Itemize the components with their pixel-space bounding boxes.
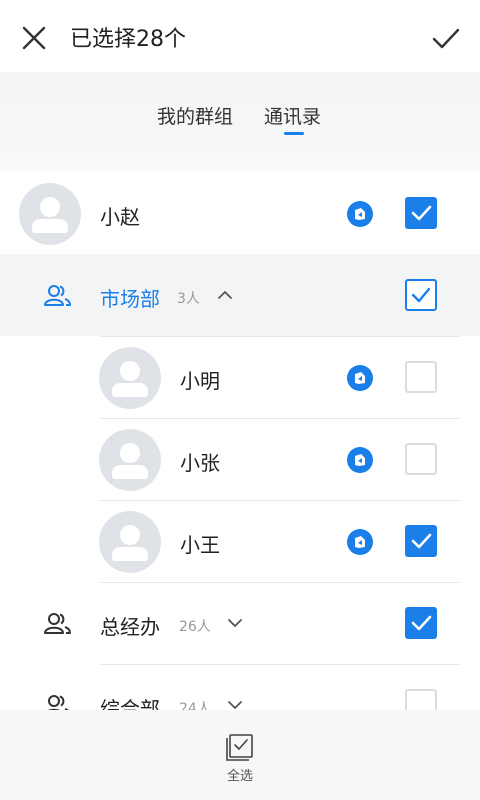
app-badge-icon bbox=[347, 365, 373, 391]
contact-list: 小赵 市场部 3人 小明 小张 小王 总经办 26人 综合部 24人 bbox=[0, 172, 480, 710]
group-row-market[interactable]: 市场部 3人 bbox=[0, 254, 480, 336]
avatar bbox=[99, 511, 161, 573]
contact-name: 小赵 bbox=[100, 205, 140, 229]
app-badge-icon bbox=[347, 529, 373, 555]
select-all-label[interactable]: 全选 bbox=[227, 765, 253, 784]
group-name: 综合部 bbox=[100, 697, 160, 710]
avatar bbox=[99, 347, 161, 409]
group-row-gm[interactable]: 总经办 26人 bbox=[0, 582, 480, 664]
top-bar: 已选择28个 bbox=[0, 0, 480, 72]
page-title: 已选择28个 bbox=[70, 27, 186, 52]
tab-my-groups[interactable]: 我的群组 bbox=[157, 102, 233, 129]
close-icon[interactable] bbox=[18, 22, 50, 54]
group-row-general[interactable]: 综合部 24人 bbox=[0, 664, 480, 710]
checkbox-market[interactable] bbox=[405, 279, 437, 311]
checkbox-zhao[interactable] bbox=[405, 197, 437, 229]
list-item-zhao[interactable]: 小赵 bbox=[0, 172, 480, 254]
chevron-up-icon[interactable] bbox=[216, 286, 234, 304]
avatar bbox=[19, 183, 81, 245]
checkbox-gm[interactable] bbox=[405, 607, 437, 639]
active-tab-indicator bbox=[284, 132, 304, 135]
group-name: 总经办 bbox=[100, 615, 160, 639]
group-member-count: 26人 bbox=[179, 619, 211, 635]
group-name: 市场部 bbox=[100, 287, 160, 311]
tab-bar: 我的群组 通讯录 bbox=[0, 72, 480, 172]
chevron-down-icon[interactable] bbox=[226, 614, 244, 632]
contact-name: 小张 bbox=[180, 451, 220, 475]
list-item-zhang[interactable]: 小张 bbox=[0, 418, 480, 500]
bottom-bar bbox=[0, 710, 480, 800]
group-icon bbox=[44, 285, 71, 306]
contact-name: 小明 bbox=[180, 369, 220, 393]
app-badge-icon bbox=[347, 201, 373, 227]
app-badge-icon bbox=[347, 447, 373, 473]
list-item-ming[interactable]: 小明 bbox=[0, 336, 480, 418]
checkbox-wang[interactable] bbox=[405, 525, 437, 557]
confirm-check-icon[interactable] bbox=[430, 22, 462, 54]
group-member-count: 3人 bbox=[177, 291, 200, 307]
checkbox-general[interactable] bbox=[405, 689, 437, 710]
group-icon bbox=[44, 613, 71, 634]
group-icon bbox=[47, 695, 69, 710]
avatar bbox=[99, 429, 161, 491]
checkbox-zhang[interactable] bbox=[405, 443, 437, 475]
list-item-wang[interactable]: 小王 bbox=[0, 500, 480, 582]
chevron-down-icon[interactable] bbox=[226, 696, 244, 710]
contact-name: 小王 bbox=[180, 533, 220, 557]
group-member-count: 24人 bbox=[179, 701, 211, 710]
tab-contacts[interactable]: 通讯录 bbox=[264, 102, 321, 129]
checkbox-ming[interactable] bbox=[405, 361, 437, 393]
